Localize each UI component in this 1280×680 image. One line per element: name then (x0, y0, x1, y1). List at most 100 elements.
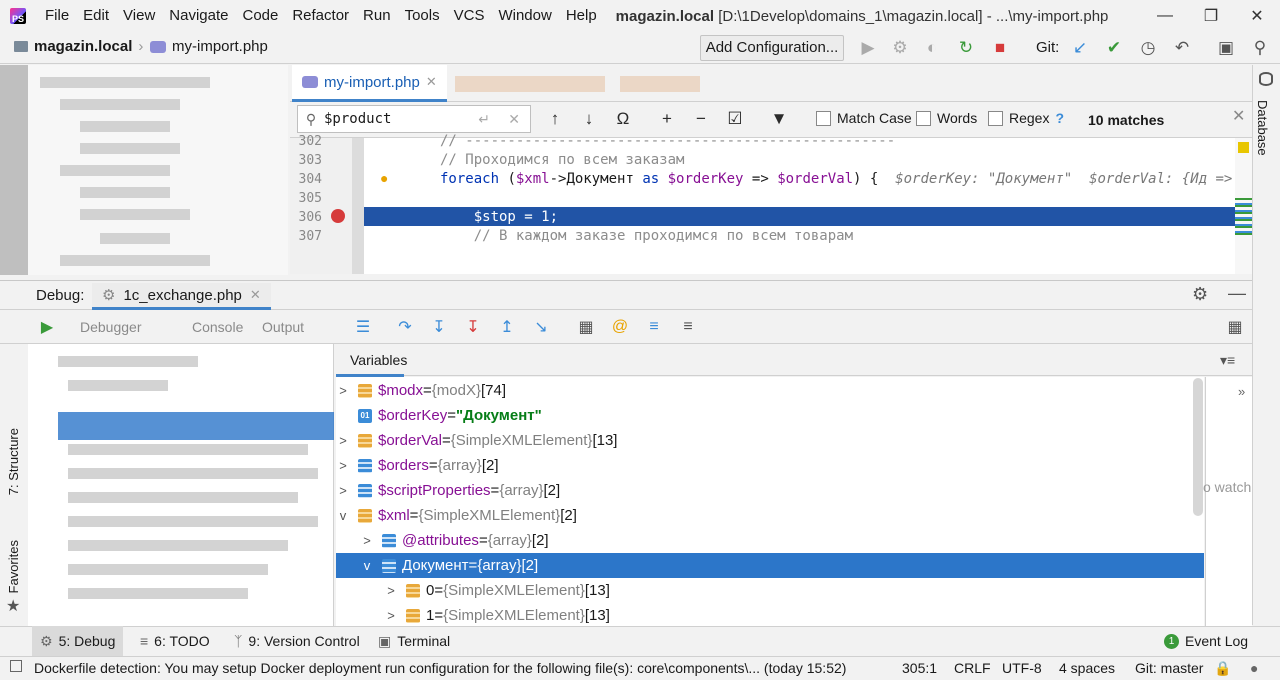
restore-icon[interactable]: ❐ (1188, 0, 1234, 32)
todo-tool-tab[interactable]: ≡ 6: TODO (132, 626, 218, 656)
toggle-tool-windows-icon[interactable] (10, 660, 22, 672)
debug-bug-icon[interactable]: ⚙ (890, 38, 910, 58)
variable-row[interactable]: > $modx = {modX} [74] (336, 378, 1204, 403)
version-control-tool-tab[interactable]: ᛉ 9: Version Control (226, 626, 368, 656)
variable-row[interactable]: > 1 = {SimpleXMLElement} [13] (336, 603, 1204, 628)
menu-run[interactable]: Run (356, 0, 398, 32)
run-icon[interactable]: ▶ (858, 38, 878, 58)
expand-icon[interactable]: > (336, 483, 350, 498)
force-step-into-icon[interactable]: ↧ (462, 316, 484, 338)
structure-tool-label[interactable]: 7: Structure (6, 428, 21, 495)
previous-match-icon[interactable]: ↑ (544, 108, 566, 130)
frames-panel[interactable] (28, 344, 334, 626)
editor-tab-my-import[interactable]: my-import.php ✕ (292, 65, 447, 102)
menu-window[interactable]: Window (491, 0, 558, 32)
expand-icon[interactable]: > (336, 433, 350, 448)
git-commit-icon[interactable]: ✔ (1104, 38, 1124, 58)
status-message[interactable]: Dockerfile detection: You may setup Dock… (34, 660, 846, 676)
console-tab[interactable]: Console (192, 319, 243, 335)
project-tree-panel[interactable] (0, 65, 288, 275)
variables-scrollbar[interactable] (1193, 378, 1203, 516)
output-tab[interactable]: Output (262, 319, 304, 335)
add-watch-icon[interactable]: ≡ (677, 316, 699, 338)
debugger-tab[interactable]: Debugger (80, 319, 142, 335)
words-checkbox[interactable]: Words (916, 110, 977, 126)
match-case-checkbox[interactable]: Match Case (816, 110, 912, 126)
add-occurrence-icon[interactable]: + (656, 108, 678, 130)
debug-tool-tab[interactable]: ⚙ 5: Debug (32, 626, 124, 656)
terminal-tool-tab[interactable]: ▣ Terminal (370, 626, 458, 656)
menu-navigate[interactable]: Navigate (162, 0, 235, 32)
run-to-cursor-icon[interactable]: ↘ (530, 316, 552, 338)
menu-view[interactable]: View (116, 0, 162, 32)
stop-icon[interactable]: ■ (990, 38, 1010, 58)
search-input[interactable]: ⚲ $product ↵ ✕ (297, 105, 531, 133)
warning-marker-icon[interactable] (1238, 142, 1249, 153)
add-configuration-button[interactable]: Add Configuration... (700, 35, 844, 61)
expand-icon[interactable]: > (336, 383, 350, 398)
evaluate-expression-icon[interactable]: ▦ (575, 316, 597, 338)
next-match-icon[interactable]: ↓ (578, 108, 600, 130)
git-revert-icon[interactable]: ↶ (1172, 38, 1192, 58)
select-all-occurrences-icon[interactable]: ☑ (724, 108, 746, 130)
lightbulb-icon[interactable]: ● (380, 170, 388, 186)
variable-row[interactable]: v $xml = {SimpleXMLElement} [2] (336, 503, 1204, 528)
variable-row[interactable]: > @attributes = {array} [2] (336, 528, 1204, 553)
database-tool-label[interactable]: Database (1255, 100, 1270, 156)
line-separator[interactable]: CRLF (954, 660, 991, 676)
variable-row[interactable]: > $scriptProperties = {array} [2] (336, 478, 1204, 503)
menu-code[interactable]: Code (235, 0, 285, 32)
file-encoding[interactable]: UTF-8 (1002, 660, 1042, 676)
collapse-icon[interactable]: v (336, 508, 350, 523)
list-icon[interactable]: ≡ (643, 316, 665, 338)
variable-row[interactable]: > $orderVal = {SimpleXMLElement} [13] (336, 428, 1204, 453)
variables-menu-icon[interactable]: ▾≡ (1220, 352, 1235, 369)
menu-edit[interactable]: Edit (76, 0, 116, 32)
remove-occurrence-icon[interactable]: − (690, 108, 712, 130)
close-tab-icon[interactable]: ✕ (426, 74, 437, 90)
coverage-icon[interactable]: ◐ (922, 38, 942, 58)
minimize-icon[interactable]: — (1142, 0, 1188, 32)
menu-file[interactable]: File (38, 0, 76, 32)
menu-help[interactable]: Help (559, 0, 604, 32)
regex-checkbox[interactable]: Regex ? (988, 110, 1064, 126)
variable-row[interactable]: > $orders = {array} [2] (336, 453, 1204, 478)
notifications-icon[interactable]: ● (1250, 660, 1258, 676)
variable-row[interactable]: > 0 = {SimpleXMLElement} [13] (336, 578, 1204, 603)
expand-watches-icon[interactable]: » (1238, 384, 1245, 399)
caret-position[interactable]: 305:1 (902, 660, 937, 676)
blurred-tab[interactable] (455, 76, 605, 92)
minimize-panel-icon[interactable]: — (1228, 283, 1246, 304)
debug-session-tab[interactable]: ⚙ 1c_exchange.php ✕ (92, 283, 271, 310)
git-history-icon[interactable]: ◷ (1138, 38, 1158, 58)
error-stripe[interactable] (1235, 138, 1252, 274)
code-editor[interactable] (290, 138, 1252, 274)
watches-panel[interactable] (1205, 377, 1252, 626)
match-markers[interactable] (1235, 198, 1252, 238)
step-into-icon[interactable]: ↧ (428, 316, 450, 338)
clear-search-icon[interactable]: ✕ (508, 111, 520, 128)
blurred-tab[interactable] (620, 76, 700, 92)
close-icon[interactable]: ✕ (1234, 0, 1280, 32)
git-update-icon[interactable]: ↙ (1070, 38, 1090, 58)
search-everywhere-icon[interactable]: ⚲ (1250, 38, 1270, 58)
event-log-tool-tab[interactable]: 1 Event Log (1156, 626, 1256, 656)
settings-gear-icon[interactable]: ⚙ (1192, 284, 1208, 305)
indent-setting[interactable]: 4 spaces (1059, 660, 1115, 676)
collapse-icon[interactable]: v (360, 558, 374, 573)
frames-menu-icon[interactable]: ☰ (352, 316, 374, 338)
filter-icon[interactable]: ▼ (768, 108, 790, 130)
lock-icon[interactable]: 🔒 (1214, 660, 1231, 677)
variable-row-selected[interactable]: v Документ = {array} [2] (336, 553, 1204, 578)
variable-row[interactable]: 01 $orderKey = "Документ" (336, 403, 1204, 428)
step-out-icon[interactable]: ↥ (496, 316, 518, 338)
checkbox-box[interactable] (816, 110, 831, 126)
layout-settings-icon[interactable]: ▦ (1224, 316, 1246, 338)
watch-icon[interactable]: @ (609, 316, 631, 338)
breadcrumb-file[interactable]: my-import.php (150, 38, 268, 55)
close-find-icon[interactable]: ✕ (1232, 106, 1245, 126)
expand-icon[interactable]: > (360, 533, 374, 548)
menu-tools[interactable]: Tools (398, 0, 447, 32)
expand-icon[interactable]: > (384, 608, 398, 623)
favorites-star-icon[interactable]: ★ (6, 596, 20, 616)
